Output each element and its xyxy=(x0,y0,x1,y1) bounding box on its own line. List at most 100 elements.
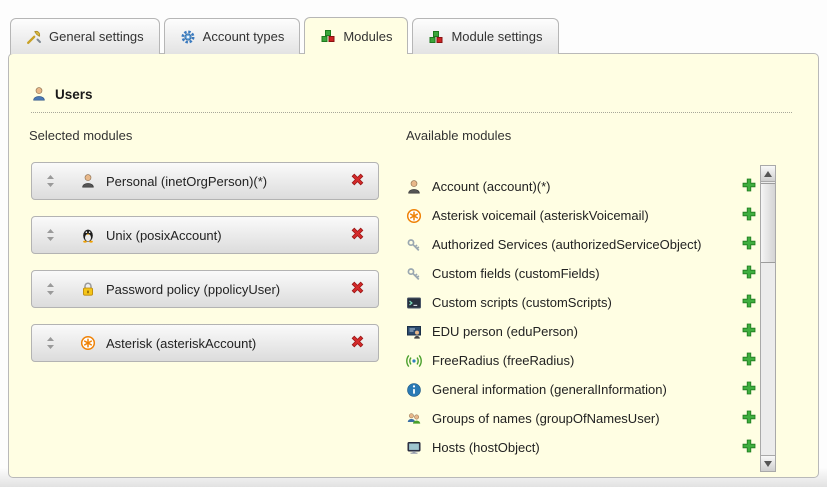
green-plus-icon xyxy=(741,206,757,225)
green-plus-icon xyxy=(741,380,757,399)
remove-module-button[interactable] xyxy=(348,334,366,352)
selected-module-row: Unix (posixAccount) xyxy=(31,216,379,254)
selected-module-row: Personal (inetOrgPerson)(*) xyxy=(31,162,379,200)
drag-handle-icon[interactable] xyxy=(44,282,56,296)
available-modules-scrollbar[interactable] xyxy=(760,165,776,472)
tab-account-types[interactable]: Account types xyxy=(164,18,301,54)
script-icon xyxy=(406,295,422,311)
available-module-row: General information (generalInformation) xyxy=(406,375,758,404)
lam-configuration-page: General settings Account types Modules M… xyxy=(0,0,827,487)
arrow-up-icon xyxy=(764,171,772,177)
module-label: Personal (inetOrgPerson)(*) xyxy=(106,174,267,189)
module-label: Groups of names (groupOfNamesUser) xyxy=(432,411,660,426)
add-module-button[interactable] xyxy=(740,352,758,370)
remove-module-button[interactable] xyxy=(348,280,366,298)
add-module-button[interactable] xyxy=(740,381,758,399)
module-label: Account (account)(*) xyxy=(432,179,551,194)
green-plus-icon xyxy=(741,264,757,283)
available-module-row: EDU person (eduPerson) xyxy=(406,317,758,346)
add-module-button[interactable] xyxy=(740,265,758,283)
add-module-button[interactable] xyxy=(740,323,758,341)
tab-label: Account types xyxy=(203,29,285,44)
scroll-up-button[interactable] xyxy=(761,166,775,182)
module-label: Asterisk voicemail (asteriskVoicemail) xyxy=(432,208,649,223)
drag-handle-icon[interactable] xyxy=(44,174,56,188)
tab-label: Module settings xyxy=(451,29,542,44)
tab-modules[interactable]: Modules xyxy=(304,17,408,54)
tab-label: Modules xyxy=(343,29,392,44)
account-type-header: Users xyxy=(31,86,93,102)
arrow-down-icon xyxy=(764,461,772,467)
person-icon xyxy=(406,179,422,195)
tab-module-settings[interactable]: Module settings xyxy=(412,18,558,54)
available-module-row: Custom fields (customFields) xyxy=(406,259,758,288)
scrollbar-thumb[interactable] xyxy=(761,183,775,263)
monitor-icon xyxy=(406,440,422,456)
add-module-button[interactable] xyxy=(740,294,758,312)
module-label: FreeRadius (freeRadius) xyxy=(432,353,574,368)
module-label: Password policy (ppolicyUser) xyxy=(106,282,280,297)
modules-icon xyxy=(320,28,336,44)
drag-handle-icon[interactable] xyxy=(44,228,56,242)
available-module-row: FreeRadius (freeRadius) xyxy=(406,346,758,375)
add-module-button[interactable] xyxy=(740,207,758,225)
green-plus-icon xyxy=(741,235,757,254)
available-module-row: Hosts (hostObject) xyxy=(406,433,758,462)
module-label: Hosts (hostObject) xyxy=(432,440,540,455)
group-icon xyxy=(406,411,422,427)
green-plus-icon xyxy=(741,409,757,428)
red-x-icon xyxy=(349,171,366,191)
modules-icon xyxy=(428,29,444,45)
available-module-row: Custom scripts (customScripts) xyxy=(406,288,758,317)
divider xyxy=(31,112,792,113)
module-label: General information (generalInformation) xyxy=(432,382,667,397)
scroll-down-button[interactable] xyxy=(761,455,775,471)
info-icon xyxy=(406,382,422,398)
antenna-icon xyxy=(406,353,422,369)
tab-general-settings[interactable]: General settings xyxy=(10,18,160,54)
green-plus-icon xyxy=(741,351,757,370)
available-modules-heading: Available modules xyxy=(406,128,511,143)
gear-icon xyxy=(180,29,196,45)
module-label: EDU person (eduPerson) xyxy=(432,324,578,339)
add-module-button[interactable] xyxy=(740,410,758,428)
available-module-row: Asterisk voicemail (asteriskVoicemail) xyxy=(406,201,758,230)
asterisk-icon xyxy=(80,335,96,351)
penguin-icon xyxy=(80,227,96,243)
section-title: Users xyxy=(55,87,93,102)
remove-module-button[interactable] xyxy=(348,172,366,190)
available-module-row: Authorized Services (authorizedServiceOb… xyxy=(406,230,758,259)
modules-panel: Users Selected modules Available modules… xyxy=(8,53,819,478)
module-label: Custom fields (customFields) xyxy=(432,266,600,281)
module-label: Asterisk (asteriskAccount) xyxy=(106,336,256,351)
available-modules-list: Account (account)(*) Asterisk voicemail … xyxy=(406,172,758,462)
green-plus-icon xyxy=(741,177,757,196)
green-plus-icon xyxy=(741,438,757,457)
module-label: Custom scripts (customScripts) xyxy=(432,295,612,310)
edu-person-icon xyxy=(406,324,422,340)
green-plus-icon xyxy=(741,322,757,341)
module-label: Unix (posixAccount) xyxy=(106,228,222,243)
available-module-row: Account (account)(*) xyxy=(406,172,758,201)
wrench-icon xyxy=(26,29,42,45)
keys-icon xyxy=(406,237,422,253)
lock-icon xyxy=(80,281,96,297)
tab-label: General settings xyxy=(49,29,144,44)
user-icon xyxy=(31,86,47,102)
person-icon xyxy=(80,173,96,189)
asterisk-icon xyxy=(406,208,422,224)
selected-modules-heading: Selected modules xyxy=(29,128,132,143)
selected-module-row: Password policy (ppolicyUser) xyxy=(31,270,379,308)
available-module-row: Groups of names (groupOfNamesUser) xyxy=(406,404,758,433)
red-x-icon xyxy=(349,333,366,353)
add-module-button[interactable] xyxy=(740,439,758,457)
remove-module-button[interactable] xyxy=(348,226,366,244)
add-module-button[interactable] xyxy=(740,178,758,196)
add-module-button[interactable] xyxy=(740,236,758,254)
drag-handle-icon[interactable] xyxy=(44,336,56,350)
tab-bar: General settings Account types Modules M… xyxy=(10,17,559,54)
keys-icon xyxy=(406,266,422,282)
red-x-icon xyxy=(349,225,366,245)
selected-modules-list: Personal (inetOrgPerson)(*) Unix (posixA… xyxy=(31,162,379,362)
module-label: Authorized Services (authorizedServiceOb… xyxy=(432,237,702,252)
